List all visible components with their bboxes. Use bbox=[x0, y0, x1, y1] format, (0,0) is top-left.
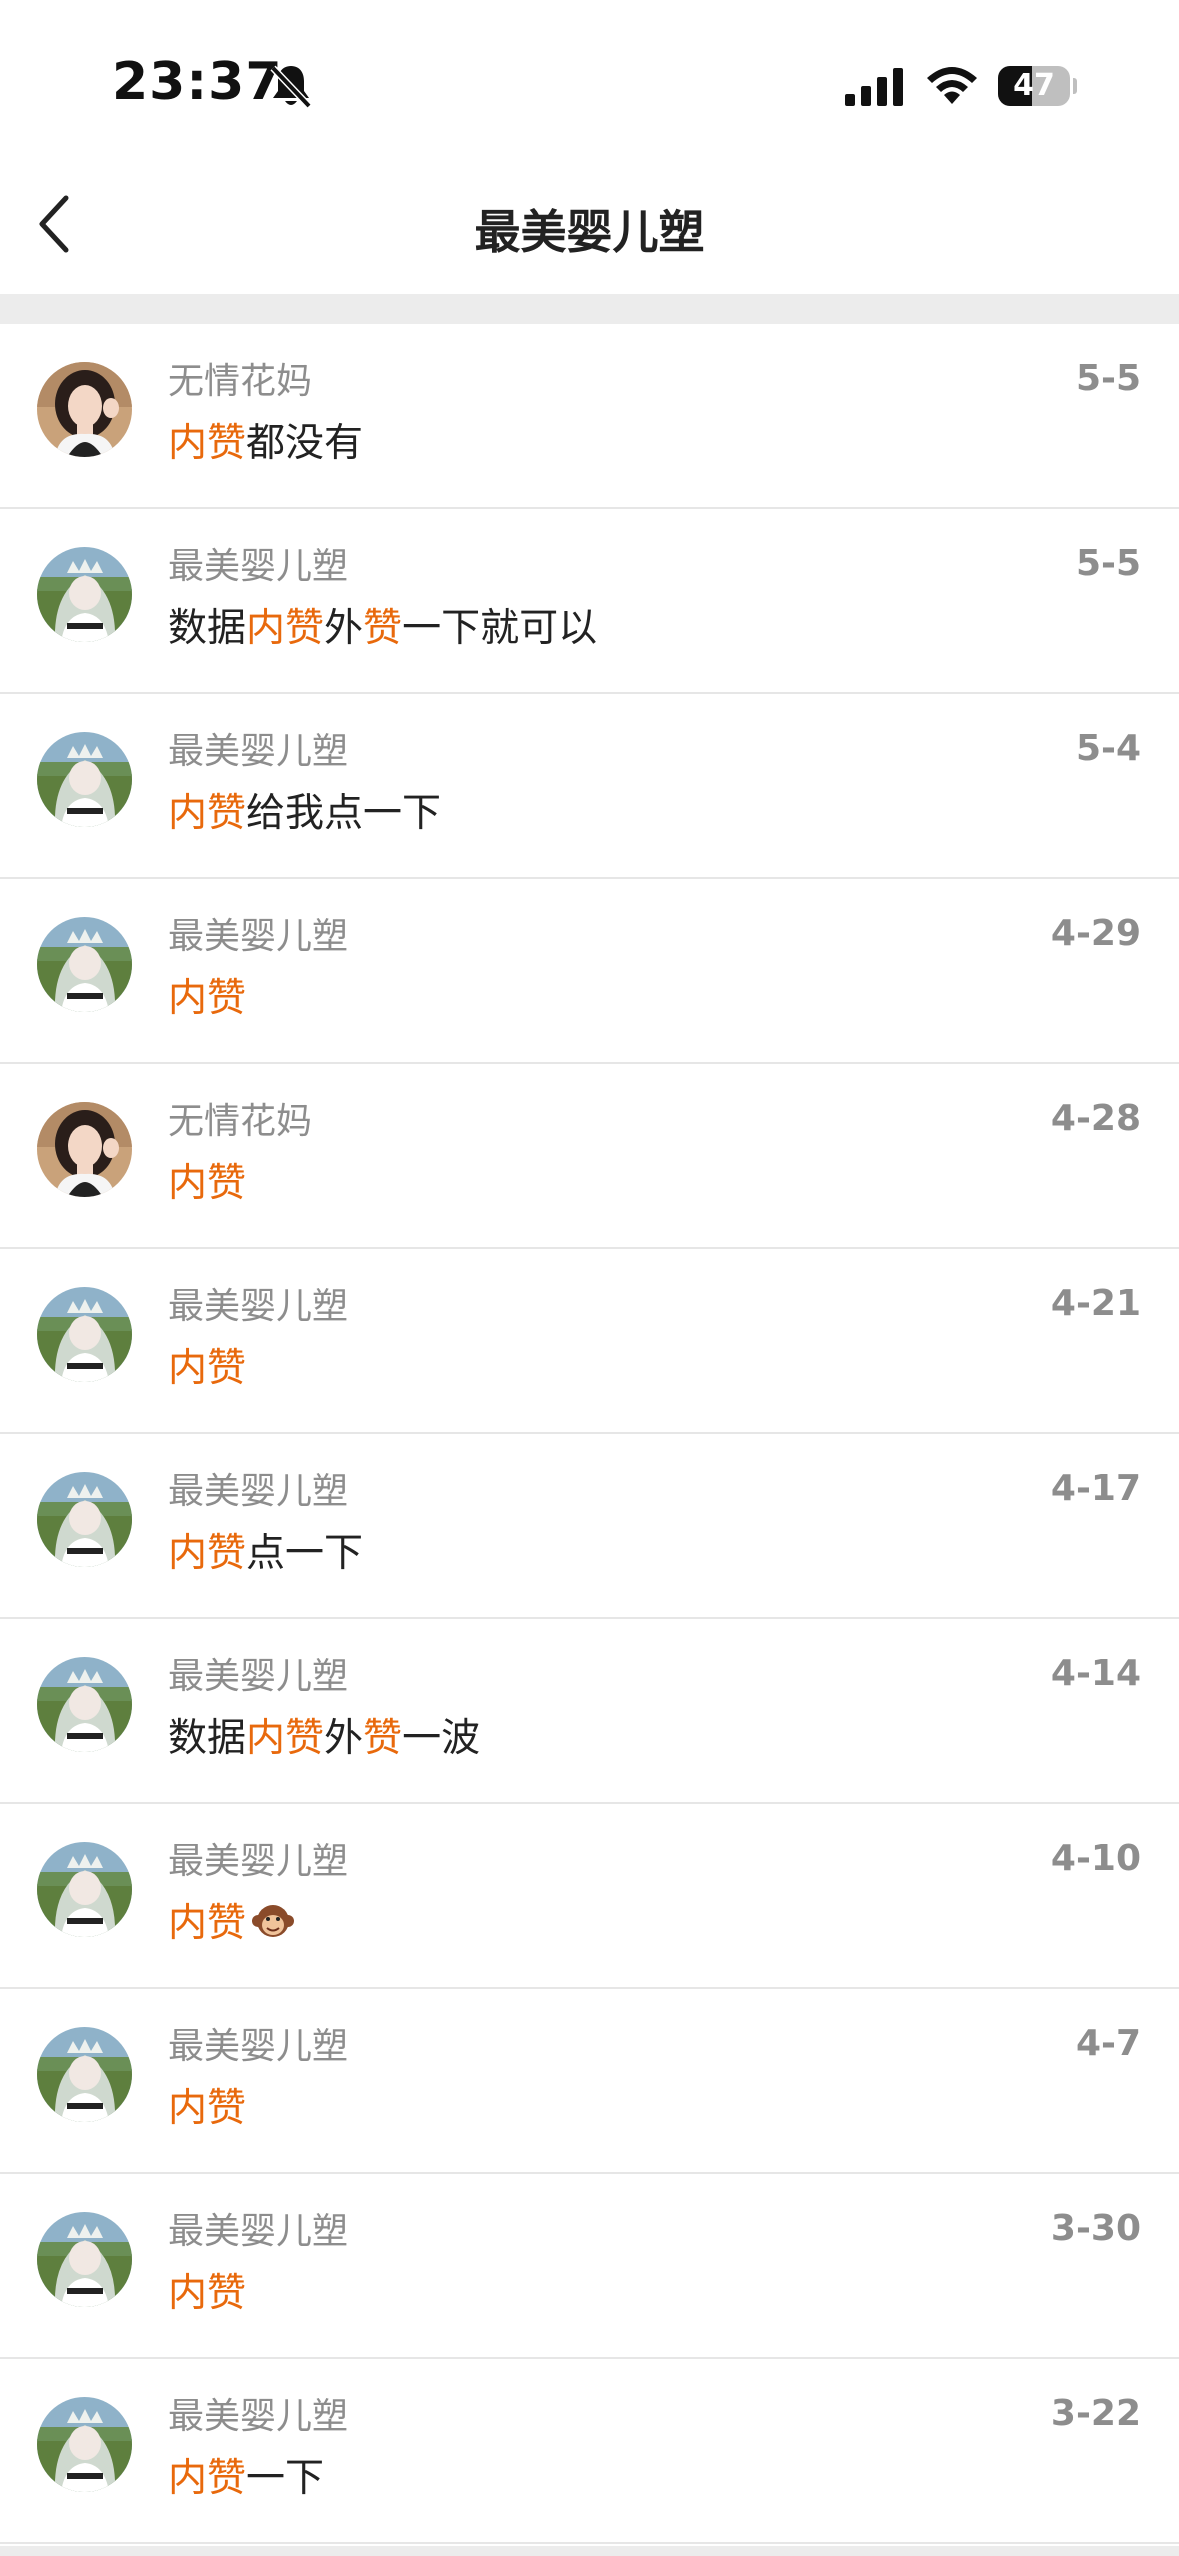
navigation-bar: 最美婴儿塑 bbox=[0, 150, 1179, 294]
message-text: 数据内赞外赞一波 bbox=[168, 1707, 480, 1763]
message-text: 内赞 bbox=[168, 2077, 246, 2133]
message-segment: 给我点一下 bbox=[246, 791, 442, 836]
message-date: 4-29 bbox=[1050, 913, 1141, 954]
anime-avatar[interactable] bbox=[37, 732, 132, 827]
message-date: 4-7 bbox=[1075, 2023, 1141, 2064]
sender-name: 最美婴儿塑 bbox=[168, 1286, 349, 1327]
anime-avatar[interactable] bbox=[37, 1287, 132, 1382]
message-date: 5-5 bbox=[1075, 358, 1141, 399]
status-bar: 23:37 47 bbox=[0, 0, 1179, 150]
message-segment: 点一下 bbox=[246, 1531, 364, 1576]
battery-icon: 47 bbox=[998, 66, 1077, 106]
battery-percent: 47 bbox=[1013, 68, 1055, 103]
anime-avatar[interactable] bbox=[37, 1657, 132, 1752]
sender-name: 最美婴儿塑 bbox=[168, 1656, 349, 1697]
list-item[interactable]: 最美婴儿塑 4-7 内赞 bbox=[0, 1989, 1179, 2174]
message-segment: 数据 bbox=[168, 606, 247, 651]
anime-avatar[interactable] bbox=[37, 1472, 132, 1567]
highlighted-keyword: 内赞 bbox=[246, 606, 325, 651]
message-date: 3-30 bbox=[1050, 2208, 1141, 2249]
list-item[interactable]: 最美婴儿塑 4-21 内赞 bbox=[0, 1249, 1179, 1434]
message-date: 3-22 bbox=[1050, 2393, 1141, 2434]
highlighted-keyword: 内赞 bbox=[168, 1161, 247, 1206]
anime-avatar[interactable] bbox=[37, 917, 132, 1012]
message-text: 内赞 bbox=[168, 967, 246, 1023]
list-item[interactable]: 最美婴儿塑 4-29 内赞 bbox=[0, 879, 1179, 1064]
message-text: 内赞一下 bbox=[168, 2447, 324, 2503]
highlighted-keyword: 赞 bbox=[363, 606, 403, 651]
message-segment: 外 bbox=[324, 606, 364, 651]
list-item[interactable]: 最美婴儿塑 4-17 内赞点一下 bbox=[0, 1434, 1179, 1619]
highlighted-keyword: 内赞 bbox=[168, 976, 247, 1021]
message-segment: 外 bbox=[324, 1716, 364, 1761]
message-segment: 一下就可以 bbox=[402, 606, 598, 651]
highlighted-keyword: 内赞 bbox=[168, 2456, 247, 2501]
message-text: 数据内赞外赞一下就可以 bbox=[168, 597, 597, 653]
anime-avatar[interactable] bbox=[37, 547, 132, 642]
list-item[interactable]: 最美婴儿塑 3-22 内赞一下 bbox=[0, 2359, 1179, 2544]
highlighted-keyword: 内赞 bbox=[168, 2086, 247, 2131]
sender-name: 最美婴儿塑 bbox=[168, 2396, 349, 2437]
section-divider bbox=[0, 294, 1179, 324]
message-date: 4-21 bbox=[1050, 1283, 1141, 1324]
sender-name: 最美婴儿塑 bbox=[168, 1471, 349, 1512]
wifi-icon bbox=[924, 64, 980, 110]
anime-avatar[interactable] bbox=[37, 2212, 132, 2307]
list-item[interactable]: 最美婴儿塑 4-10 内赞 bbox=[0, 1804, 1179, 1989]
list-item[interactable]: 无情花妈 4-28 内赞 bbox=[0, 1064, 1179, 1249]
message-segment: 一下 bbox=[246, 2456, 325, 2501]
message-text: 内赞都没有 bbox=[168, 412, 363, 468]
message-date: 5-4 bbox=[1075, 728, 1141, 769]
sender-name: 最美婴儿塑 bbox=[168, 916, 349, 957]
highlighted-keyword: 内赞 bbox=[168, 791, 247, 836]
highlighted-keyword: 内赞 bbox=[168, 1531, 247, 1576]
status-time: 23:37 bbox=[112, 52, 283, 112]
sender-name: 最美婴儿塑 bbox=[168, 2211, 349, 2252]
sender-name: 最美婴儿塑 bbox=[168, 731, 349, 772]
highlighted-keyword: 内赞 bbox=[168, 2271, 247, 2316]
woman-avatar[interactable] bbox=[37, 1102, 132, 1197]
message-date: 5-5 bbox=[1075, 543, 1141, 584]
sender-name: 无情花妈 bbox=[168, 361, 313, 402]
anime-avatar[interactable] bbox=[37, 2027, 132, 2122]
highlighted-keyword: 内赞 bbox=[168, 1901, 247, 1946]
message-segment: 数据 bbox=[168, 1716, 247, 1761]
list-item[interactable]: 最美婴儿塑 5-5 数据内赞外赞一下就可以 bbox=[0, 509, 1179, 694]
highlighted-keyword: 赞 bbox=[363, 1716, 403, 1761]
message-date: 4-28 bbox=[1050, 1098, 1141, 1139]
message-segment: 一波 bbox=[402, 1716, 481, 1761]
message-text: 内赞点一下 bbox=[168, 1522, 363, 1578]
anime-avatar[interactable] bbox=[37, 1842, 132, 1937]
bottom-divider bbox=[0, 2546, 1179, 2556]
list-item[interactable]: 无情花妈 5-5 内赞都没有 bbox=[0, 324, 1179, 509]
page-title: 最美婴儿塑 bbox=[474, 205, 705, 259]
sender-name: 最美婴儿塑 bbox=[168, 2026, 349, 2067]
list-item[interactable]: 最美婴儿塑 3-30 内赞 bbox=[0, 2174, 1179, 2359]
anime-avatar[interactable] bbox=[37, 2397, 132, 2492]
message-text: 内赞给我点一下 bbox=[168, 782, 441, 838]
highlighted-keyword: 内赞 bbox=[168, 421, 247, 466]
message-text: 内赞 bbox=[168, 1152, 246, 1208]
woman-avatar[interactable] bbox=[37, 362, 132, 457]
highlighted-keyword: 内赞 bbox=[168, 1346, 247, 1391]
sender-name: 无情花妈 bbox=[168, 1101, 313, 1142]
highlighted-keyword: 内赞 bbox=[246, 1716, 325, 1761]
sender-name: 最美婴儿塑 bbox=[168, 1841, 349, 1882]
monkey-face-emoji bbox=[252, 1901, 295, 1951]
message-list: 无情花妈 5-5 内赞都没有 最美婴儿塑 5-5 数据内赞外赞一下就可以 最美婴… bbox=[0, 324, 1179, 2544]
bell-slash-icon bbox=[268, 62, 314, 114]
message-text: 内赞 bbox=[168, 2262, 246, 2318]
cellular-signal-icon bbox=[845, 68, 905, 110]
message-text: 内赞 bbox=[168, 1892, 295, 1951]
message-segment: 都没有 bbox=[246, 421, 364, 466]
list-item[interactable]: 最美婴儿塑 4-14 数据内赞外赞一波 bbox=[0, 1619, 1179, 1804]
list-item[interactable]: 最美婴儿塑 5-4 内赞给我点一下 bbox=[0, 694, 1179, 879]
message-date: 4-14 bbox=[1050, 1653, 1141, 1694]
message-date: 4-17 bbox=[1050, 1468, 1141, 1509]
message-date: 4-10 bbox=[1050, 1838, 1141, 1879]
sender-name: 最美婴儿塑 bbox=[168, 546, 349, 587]
message-text: 内赞 bbox=[168, 1337, 246, 1393]
